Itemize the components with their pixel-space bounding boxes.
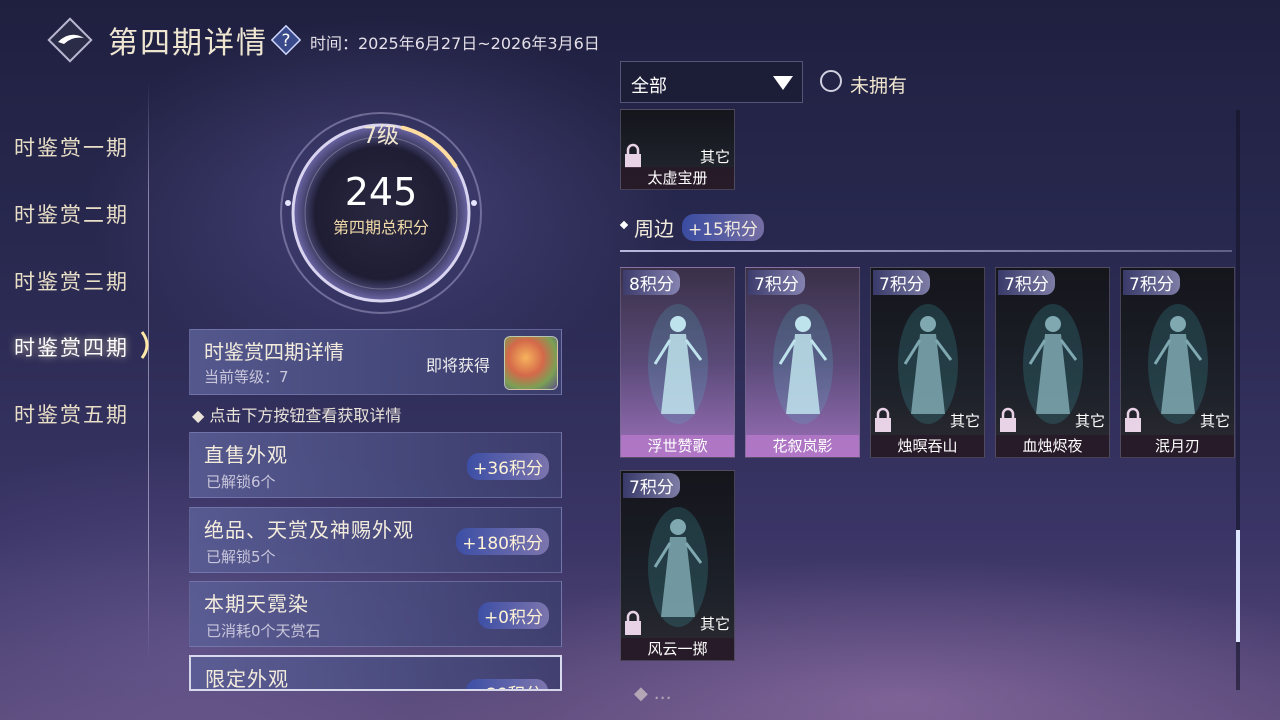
item-card[interactable]: 7积分花叙岚影	[745, 267, 860, 458]
item-points: 7积分	[998, 270, 1055, 295]
points-badge: +36积分	[467, 453, 549, 480]
character-figure-icon	[773, 304, 833, 424]
lock-icon	[1125, 407, 1141, 432]
period-detail-card[interactable]: 时鉴赏四期详情 当前等级：7 即将获得	[189, 329, 562, 395]
sidebar-item-period-3[interactable]: 时鉴赏三期	[14, 266, 129, 296]
svg-text:?: ?	[281, 31, 290, 51]
item-points: 7积分	[1123, 270, 1180, 295]
active-indicator-icon	[140, 331, 149, 359]
category-dye[interactable]: 本期天霓染 已消耗0个天赏石 +0积分	[189, 581, 562, 647]
category-subtitle: 已消耗0个天赏石	[206, 622, 321, 640]
sidebar-item-period-4[interactable]: 时鉴赏四期	[14, 332, 129, 362]
category-limited-outfits[interactable]: 限定外观 +29积分	[189, 655, 562, 691]
section-title: 周边	[634, 217, 674, 241]
section-points-badge: +15积分	[682, 214, 764, 241]
not-owned-label[interactable]: 未拥有	[850, 71, 907, 98]
help-icon[interactable]: ?	[270, 24, 302, 56]
lock-icon	[875, 407, 891, 432]
filter-dropdown[interactable]: 全部	[620, 61, 803, 103]
hint-text: ◆ 点击下方按钮查看获取详情	[192, 406, 402, 425]
item-card-taixu[interactable]: 其它 太虚宝册	[620, 109, 735, 190]
filter-selected: 全部	[631, 76, 667, 97]
category-premium-outfits[interactable]: 绝品、天赏及神赐外观 已解锁5个 +180积分	[189, 507, 562, 573]
logo-icon[interactable]	[46, 16, 94, 64]
item-tag: 其它	[699, 615, 730, 633]
points-badge: +0积分	[477, 602, 549, 629]
category-title: 本期天霓染	[204, 592, 309, 616]
dropdown-arrow-icon	[773, 76, 793, 90]
item-card[interactable]: 7积分其它风云一掷	[620, 470, 735, 661]
item-card[interactable]: 7积分其它泯月刃	[1120, 267, 1235, 458]
not-owned-radio[interactable]	[820, 70, 842, 92]
next-section-peek: ◆ …	[634, 683, 672, 704]
item-name: 风云一掷	[621, 638, 734, 660]
category-direct-sale[interactable]: 直售外观 已解锁6个 +36积分	[189, 432, 562, 498]
item-name: 泯月刃	[1121, 435, 1234, 457]
item-name: 太虚宝册	[621, 167, 734, 189]
detail-title: 时鉴赏四期详情	[204, 340, 344, 364]
current-level: 当前等级：7	[204, 368, 289, 386]
item-name: 花叙岚影	[746, 435, 859, 457]
category-subtitle: 已解锁6个	[206, 473, 276, 491]
item-name: 血烛烬夜	[996, 435, 1109, 457]
section-divider	[620, 250, 1232, 252]
total-score: 245	[344, 170, 418, 214]
category-subtitle: 已解锁5个	[206, 548, 276, 566]
item-points: 8积分	[623, 270, 680, 295]
category-title: 绝品、天赏及神赐外观	[204, 518, 414, 542]
character-figure-icon	[648, 304, 708, 424]
sidebar-divider	[148, 80, 149, 660]
page-title: 第四期详情	[108, 26, 268, 61]
sidebar-item-period-1[interactable]: 时鉴赏一期	[14, 132, 129, 162]
lock-icon	[1000, 407, 1016, 432]
upcoming-reward-icon[interactable]	[504, 336, 558, 390]
item-name: 浮世赞歌	[621, 435, 734, 457]
total-score-label: 第四期总积分	[332, 218, 429, 237]
lock-icon	[625, 610, 641, 635]
points-badge: +180积分	[456, 528, 549, 555]
item-card[interactable]: 7积分其它血烛烬夜	[995, 267, 1110, 458]
item-card[interactable]: 7积分其它烛暝吞山	[870, 267, 985, 458]
event-period: 时间：2025年6月27日~2026年3月6日	[310, 34, 600, 53]
upcoming-reward-label: 即将获得	[426, 356, 491, 375]
lock-icon	[625, 143, 641, 168]
category-title: 直售外观	[204, 443, 288, 467]
section-bullet-icon	[619, 220, 629, 230]
level-label: 7级	[363, 124, 399, 149]
item-points: 7积分	[623, 473, 680, 498]
item-card[interactable]: 8积分浮世赞歌	[620, 267, 735, 458]
item-points: 7积分	[748, 270, 805, 295]
scrollbar-thumb[interactable]	[1236, 530, 1240, 642]
item-tag: 其它	[1074, 412, 1105, 430]
item-tag: 其它	[949, 412, 980, 430]
hint-label: 点击下方按钮查看获取详情	[209, 406, 402, 425]
item-tag: 其它	[699, 148, 730, 166]
points-badge: +29积分	[466, 679, 548, 689]
sidebar-item-period-2[interactable]: 时鉴赏二期	[14, 199, 129, 229]
item-tag: 其它	[1199, 412, 1230, 430]
sidebar-item-period-5[interactable]: 时鉴赏五期	[14, 399, 129, 429]
item-points: 7积分	[873, 270, 930, 295]
category-title: 限定外观	[205, 667, 289, 691]
item-name: 烛暝吞山	[871, 435, 984, 457]
